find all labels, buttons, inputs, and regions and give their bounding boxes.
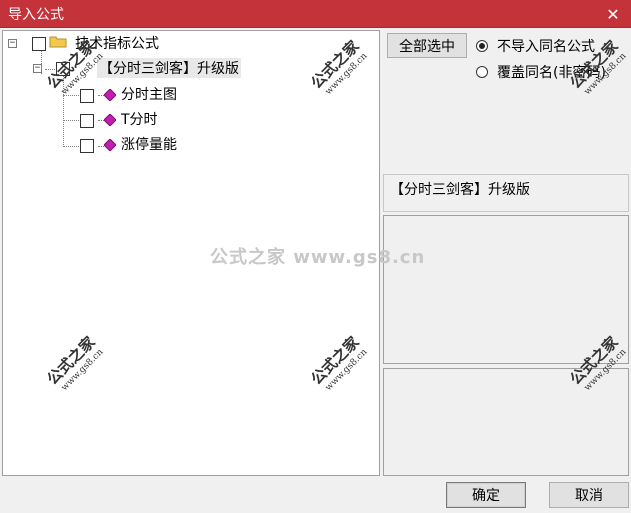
radio-icon[interactable] [476,66,488,78]
cancel-button[interactable]: 取消 [549,482,629,508]
checkbox-child[interactable] [80,114,94,128]
radio-icon[interactable] [476,40,488,52]
folder-icon [49,36,67,48]
description-panel [383,215,629,364]
checkbox-child[interactable] [80,139,94,153]
select-all-button[interactable]: 全部选中 [387,33,467,58]
formula-gem-icon [104,139,116,151]
tree-line [63,146,79,147]
tree-label-formula[interactable]: 【分时三剑客】升级版 [97,58,241,78]
tree-label-child[interactable]: 分时主图 [121,84,177,104]
formula-gem-icon [104,114,116,126]
ok-button[interactable]: 确定 [446,482,526,508]
checkbox-child[interactable] [80,89,94,103]
close-icon[interactable]: ✕ [601,2,625,26]
center-watermark: 公式之家 www.gs8.cn [210,247,426,268]
checkbox-root[interactable] [32,37,46,51]
option-label[interactable]: 不导入同名公式 [497,36,595,56]
option-skip-duplicates[interactable]: 不导入同名公式 [476,36,595,56]
tree-expander-root[interactable]: − [8,39,17,48]
title-bar: 导入公式 ✕ [0,0,631,28]
tree-line [63,120,79,121]
tree-label-child[interactable]: 涨停量能 [121,134,177,154]
tree-expander-formula[interactable]: − [33,64,42,73]
selected-formula-name: 【分时三剑客】升级版 [390,182,530,198]
window-title: 导入公式 [8,6,64,23]
formula-gem-icon [104,89,116,101]
formula-info-box: 【分时三剑客】升级版 [383,174,629,212]
tree-label-child[interactable]: T分时 [121,109,158,129]
